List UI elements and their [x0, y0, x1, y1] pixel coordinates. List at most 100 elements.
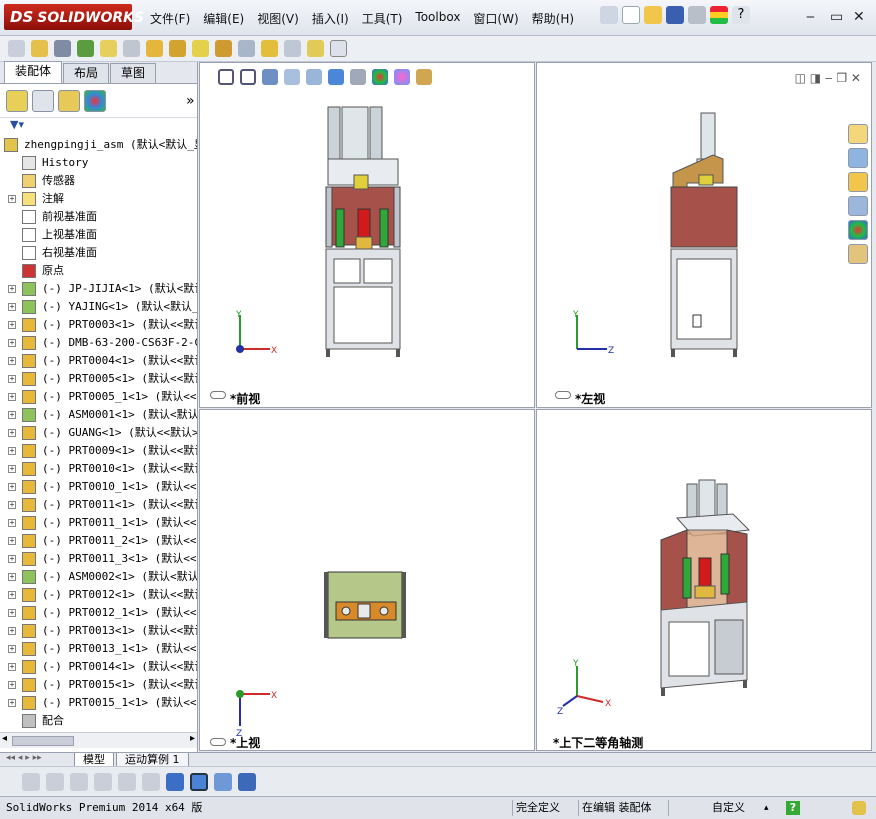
tab-motion-study[interactable]: 运动算例 1: [116, 753, 189, 767]
expand-toggle-icon[interactable]: +: [8, 501, 16, 509]
tree-item[interactable]: + (-) ASM0002<1> (默认<默认_: [0, 568, 197, 586]
part-toolbar-icon[interactable]: [8, 40, 25, 57]
tree-item[interactable]: + (-) GUANG<1> (默认<<默认>_: [0, 424, 197, 442]
tree-item[interactable]: 前视基准面: [0, 208, 197, 226]
home-icon[interactable]: [848, 124, 868, 144]
section-icon[interactable]: [307, 40, 324, 57]
expand-toggle-icon[interactable]: +: [8, 591, 16, 599]
assembly-toolbar-icon[interactable]: [31, 40, 48, 57]
sketch-icon[interactable]: [100, 40, 117, 57]
tree-item[interactable]: + (-) JP-JIJIA<1> (默认<默认: [0, 280, 197, 298]
viewport-front[interactable]: Y X *前视: [199, 62, 535, 408]
file-explorer-icon[interactable]: [848, 172, 868, 192]
solidworks-logo[interactable]: DS SOLIDWORKS: [4, 4, 144, 30]
interference-icon[interactable]: [238, 40, 255, 57]
expand-toggle-icon[interactable]: +: [8, 357, 16, 365]
tree-item[interactable]: + (-) PRT0011<1> (默认<<默认: [0, 496, 197, 514]
view-link-icon[interactable]: [210, 391, 226, 399]
featuremanager-icon[interactable]: [6, 89, 28, 112]
tree-item[interactable]: + (-) PRT0005<1> (默认<<默认: [0, 370, 197, 388]
pen-icon[interactable]: [54, 40, 71, 57]
move-component-icon[interactable]: [169, 40, 186, 57]
menu-view[interactable]: 视图(V): [257, 10, 299, 27]
wireframe-icon[interactable]: [46, 772, 64, 791]
expand-toggle-icon[interactable]: +: [8, 303, 16, 311]
expand-toggle-icon[interactable]: +: [8, 645, 16, 653]
tree-item[interactable]: + (-) PRT0009<1> (默认<<默认: [0, 442, 197, 460]
scroll-thumb[interactable]: [12, 736, 74, 746]
tree-item[interactable]: + (-) PRT0003<1> (默认<<默认: [0, 316, 197, 334]
expand-toggle-icon[interactable]: +: [8, 465, 16, 473]
tree-item[interactable]: + 注解: [0, 190, 197, 208]
expand-toggle-icon[interactable]: +: [8, 555, 16, 563]
tree-item[interactable]: + (-) PRT0004<1> (默认<<默认: [0, 352, 197, 370]
smart-fastener-icon[interactable]: [192, 40, 209, 57]
tree-item[interactable]: + (-) PRT0014<1> (默认<<默认: [0, 658, 197, 676]
close-button[interactable]: ✕: [853, 9, 865, 25]
pattern-icon[interactable]: [123, 40, 140, 57]
properties-icon[interactable]: [330, 40, 347, 57]
menu-tools[interactable]: 工具(T): [362, 10, 403, 27]
tab-assembly[interactable]: 装配体: [4, 61, 63, 83]
expand-toggle-icon[interactable]: +: [8, 285, 16, 293]
tree-item[interactable]: + (-) PRT0010_1<1> (默认<<默: [0, 478, 197, 496]
tree-item[interactable]: + (-) PRT0011_3<1> (默认<<默: [0, 550, 197, 568]
menu-toolbox[interactable]: Toolbox: [415, 10, 460, 27]
hidden-lines-icon[interactable]: [70, 772, 88, 791]
viewport-iso[interactable]: Y X Z *上下二等角轴测: [536, 409, 872, 751]
rebuild-icon[interactable]: [710, 6, 728, 24]
restore-button[interactable]: ▭: [830, 9, 843, 25]
tree-item[interactable]: 上视基准面: [0, 226, 197, 244]
tab-layout[interactable]: 布局: [63, 63, 110, 83]
expand-toggle-icon[interactable]: +: [8, 339, 16, 347]
tree-item[interactable]: 配合: [0, 712, 197, 730]
tree-item[interactable]: 传感器: [0, 172, 197, 190]
single-view-icon[interactable]: [190, 772, 208, 791]
tree-item[interactable]: + (-) PRT0011_1<1> (默认<<默: [0, 514, 197, 532]
new-document-icon[interactable]: [622, 6, 640, 24]
filter-icon[interactable]: ▼▾: [0, 118, 197, 136]
expand-toggle-icon[interactable]: +: [8, 321, 16, 329]
shaded-icon[interactable]: [22, 772, 40, 791]
status-units[interactable]: 自定义: [712, 797, 745, 819]
expand-toggle-icon[interactable]: +: [8, 681, 16, 689]
view-link-icon[interactable]: [555, 391, 571, 399]
tab-model[interactable]: 模型: [74, 753, 114, 767]
expand-toggle-icon[interactable]: +: [8, 375, 16, 383]
four-view-icon[interactable]: [214, 772, 232, 791]
measure-icon[interactable]: [284, 40, 301, 57]
expand-toggle-icon[interactable]: +: [8, 609, 16, 617]
align-icon[interactable]: [142, 772, 160, 791]
displaymanager-icon[interactable]: [84, 89, 106, 112]
custom-properties-icon[interactable]: [848, 244, 868, 264]
link-views-icon[interactable]: [238, 772, 256, 791]
expand-toggle-icon[interactable]: +: [8, 483, 16, 491]
menu-edit[interactable]: 编辑(E): [203, 10, 244, 27]
tree-item[interactable]: 右视基准面: [0, 244, 197, 262]
tree-item[interactable]: + (-) PRT0015_1<1> (默认<<默: [0, 694, 197, 712]
menu-insert[interactable]: 插入(I): [312, 10, 349, 27]
tree-item[interactable]: + (-) PRT0015<1> (默认<<默认: [0, 676, 197, 694]
tab-sketch[interactable]: 草图: [110, 63, 157, 83]
expand-toggle-icon[interactable]: +: [8, 429, 16, 437]
expand-toggle-icon[interactable]: +: [8, 699, 16, 707]
mate-icon[interactable]: [146, 40, 163, 57]
tree-item[interactable]: + (-) YAJING<1> (默认<默认_显: [0, 298, 197, 316]
view-link-icon[interactable]: [210, 738, 226, 746]
scroll-left-arrow[interactable]: ◂: [2, 733, 7, 744]
menu-window[interactable]: 窗口(W): [473, 10, 518, 27]
save-icon[interactable]: [666, 6, 684, 24]
minimize-button[interactable]: ‒: [806, 9, 815, 25]
expand-toggle-icon[interactable]: +: [8, 447, 16, 455]
expand-toggle-icon[interactable]: +: [8, 537, 16, 545]
status-tag-icon[interactable]: [852, 801, 866, 815]
tree-item[interactable]: + (-) PRT0011_2<1> (默认<<默: [0, 532, 197, 550]
expand-toggle-icon[interactable]: +: [8, 627, 16, 635]
print-icon[interactable]: [688, 6, 706, 24]
viewport-top[interactable]: X Z *上视: [199, 409, 535, 751]
tree-horizontal-scrollbar[interactable]: ◂ ▸: [0, 732, 197, 748]
tree-root[interactable]: zhengpingji_asm (默认<默认_显: [0, 136, 197, 154]
expand-toggle-icon[interactable]: +: [8, 411, 16, 419]
tree-item[interactable]: + (-) PRT0013<1> (默认<<默认: [0, 622, 197, 640]
pin-icon[interactable]: [600, 6, 618, 24]
